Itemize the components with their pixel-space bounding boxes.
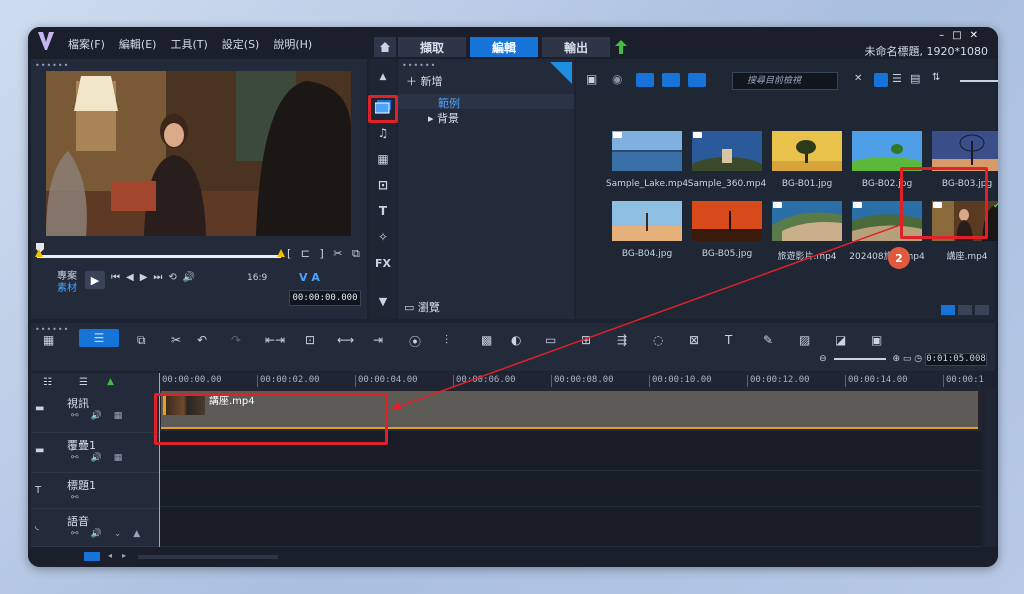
drag-arrow <box>390 224 901 411</box>
zoom-fit-icon[interactable] <box>84 552 100 561</box>
scroll-right-icon[interactable]: ▸ <box>122 551 126 560</box>
horizontal-scrollbar[interactable] <box>138 555 278 559</box>
scroll-left-icon[interactable]: ◂ <box>108 551 112 560</box>
status-bar: ◂ ▸ <box>28 547 998 567</box>
video-editor-window: 檔案(F) 編輯(E) 工具(T) 設定(S) 說明(H) 擷取 編輯 輸出 –… <box>28 27 998 567</box>
